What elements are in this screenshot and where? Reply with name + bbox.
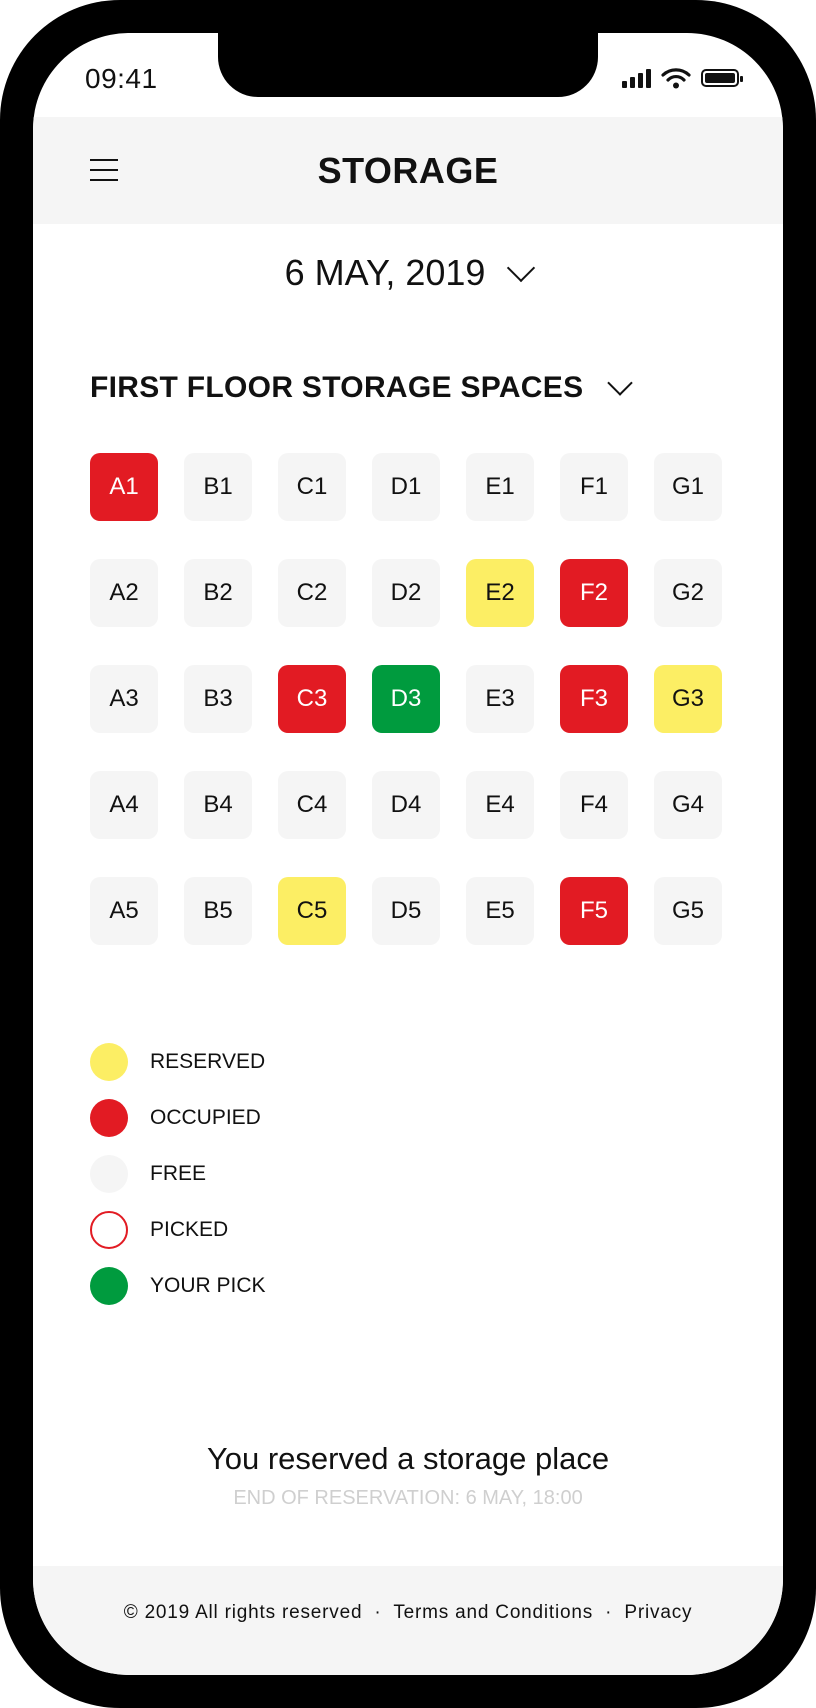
signal-icon [622,68,651,88]
storage-cell-f5[interactable]: F5 [560,877,628,945]
storage-cell-e1[interactable]: E1 [466,453,534,521]
separator: · [605,1602,613,1623]
floor-label: FIRST FLOOR STORAGE SPACES [90,371,584,404]
legend-label: RESERVED [150,1050,266,1073]
storage-cell-c1[interactable]: C1 [278,453,346,521]
storage-grid: A1 B1 C1 D1 E1 F1 G1 A2 B2 C2 D2 E2 F2 G2 A3 B3 C3 D3 E3 F3… [90,453,722,945]
storage-cell-f4[interactable]: F4 [560,771,628,839]
status-time: 09:41 [85,63,158,94]
reservation-end: END OF RESERVATION: 6 MAY, 18:00 [233,1487,583,1509]
storage-cell-c3[interactable]: C3 [278,665,346,733]
date-value: 6 MAY, 2019 [284,252,486,293]
chevron-down-icon [507,253,536,283]
storage-cell-a1[interactable]: A1 [90,453,158,521]
storage-cell-f3[interactable]: F3 [560,665,628,733]
legend-item: FREE [90,1155,266,1193]
storage-cell-g3[interactable]: G3 [654,665,722,733]
privacy-link[interactable]: Privacy [624,1602,692,1623]
storage-cell-e4[interactable]: E4 [466,771,534,839]
storage-cell-a2[interactable]: A2 [90,559,158,627]
storage-cell-e3[interactable]: E3 [466,665,534,733]
storage-cell-g4[interactable]: G4 [654,771,722,839]
separator: · [374,1602,382,1623]
battery-icon [701,69,743,87]
storage-cell-e5[interactable]: E5 [466,877,534,945]
date-selector[interactable]: 6 MAY, 2019 [33,243,783,303]
legend-dot-icon [90,1267,128,1305]
page-title: STORAGE [317,150,499,191]
storage-cell-g1[interactable]: G1 [654,453,722,521]
storage-cell-b1[interactable]: B1 [184,453,252,521]
legend-dot-icon [90,1155,128,1193]
legend-dot-icon [90,1043,128,1081]
storage-cell-f2[interactable]: F2 [560,559,628,627]
storage-cell-d3[interactable]: D3 [372,665,440,733]
storage-cell-d1[interactable]: D1 [372,453,440,521]
storage-cell-d5[interactable]: D5 [372,877,440,945]
phone-frame: 09:41 STORAGE 6 MAY, 2019 FIRST FLOOR ST… [0,0,816,1708]
storage-cell-b3[interactable]: B3 [184,665,252,733]
floor-selector[interactable]: FIRST FLOOR STORAGE SPACES [90,363,634,413]
legend-dot-icon [90,1099,128,1137]
storage-cell-c2[interactable]: C2 [278,559,346,627]
reservation-message: You reserved a storage place [206,1441,610,1476]
storage-cell-a3[interactable]: A3 [90,665,158,733]
chevron-down-icon [607,370,634,396]
legend: RESERVED OCCUPIED FREE PICKED YOUR PICK [90,1043,266,1323]
wifi-icon [661,68,691,89]
storage-cell-f1[interactable]: F1 [560,453,628,521]
terms-link[interactable]: Terms and Conditions [393,1602,593,1623]
storage-cell-b4[interactable]: B4 [184,771,252,839]
legend-item: OCCUPIED [90,1099,266,1137]
storage-cell-e2[interactable]: E2 [466,559,534,627]
legend-label: OCCUPIED [150,1106,261,1129]
footer-text: © 2019 All rights reserved · Terms and C… [124,1602,693,1624]
status-icons [622,67,743,89]
storage-cell-c4[interactable]: C4 [278,771,346,839]
legend-item: RESERVED [90,1043,266,1081]
legend-label: YOUR PICK [150,1274,266,1297]
storage-cell-a4[interactable]: A4 [90,771,158,839]
storage-cell-a5[interactable]: A5 [90,877,158,945]
storage-cell-g2[interactable]: G2 [654,559,722,627]
legend-label: FREE [150,1162,207,1185]
storage-cell-c5[interactable]: C5 [278,877,346,945]
storage-cell-g5[interactable]: G5 [654,877,722,945]
storage-cell-d2[interactable]: D2 [372,559,440,627]
header: STORAGE [33,117,783,224]
legend-item: PICKED [90,1211,266,1249]
footer: © 2019 All rights reserved · Terms and C… [33,1566,783,1675]
legend-dot-icon [90,1211,128,1249]
storage-cell-b2[interactable]: B2 [184,559,252,627]
notch [218,33,598,97]
storage-cell-d4[interactable]: D4 [372,771,440,839]
legend-item: YOUR PICK [90,1267,266,1305]
legend-label: PICKED [150,1218,229,1241]
copyright: © 2019 All rights reserved [123,1602,363,1623]
storage-cell-b5[interactable]: B5 [184,877,252,945]
screen: 09:41 STORAGE 6 MAY, 2019 FIRST FLOOR ST… [33,33,783,1675]
